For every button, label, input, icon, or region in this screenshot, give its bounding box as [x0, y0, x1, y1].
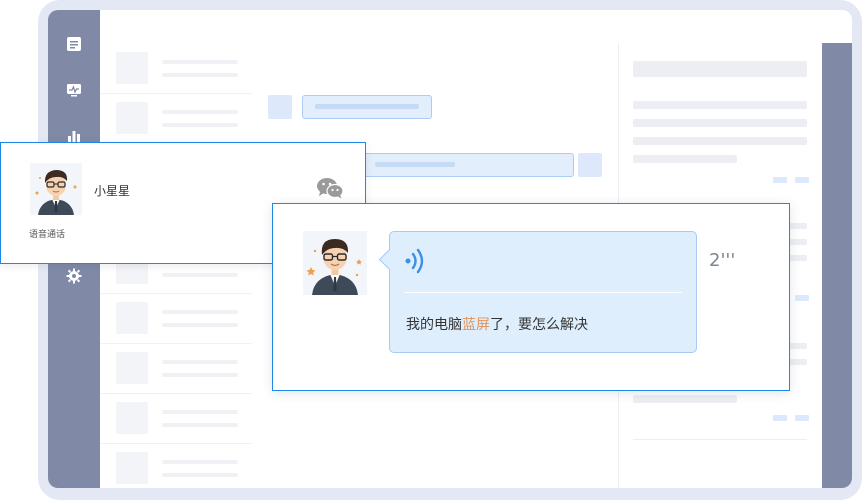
divider	[404, 292, 682, 293]
scrollbar[interactable]	[822, 43, 852, 488]
settings-icon[interactable]	[66, 268, 82, 284]
info-line	[633, 155, 737, 163]
info-tag	[773, 177, 787, 183]
info-line	[633, 395, 737, 403]
transcript-text: 我的电脑	[406, 317, 462, 333]
list-item[interactable]	[100, 443, 252, 488]
divider	[633, 439, 807, 440]
wechat-icon	[317, 178, 344, 199]
avatar	[30, 163, 82, 215]
list-item[interactable]	[100, 393, 252, 444]
info-line	[633, 101, 807, 109]
transcript-text: 了，要怎么解决	[490, 317, 588, 333]
info-title	[633, 61, 807, 77]
voice-message-card: 我的电脑蓝屏了，要怎么解决 2'''	[272, 203, 790, 391]
avatar	[268, 95, 292, 119]
list-item[interactable]	[100, 293, 252, 344]
info-line	[633, 137, 807, 145]
info-line	[789, 239, 807, 245]
contact-name: 小星星	[94, 184, 131, 198]
info-tag	[773, 415, 787, 421]
list-item[interactable]	[100, 43, 252, 94]
conversation-list	[100, 43, 253, 488]
avatar	[578, 153, 602, 177]
info-tag	[795, 415, 809, 421]
info-line	[789, 223, 807, 229]
info-tag	[795, 295, 809, 301]
message-list-icon[interactable]	[66, 36, 82, 52]
info-line	[633, 119, 807, 127]
list-item[interactable]	[100, 93, 252, 144]
voice-message-bubble[interactable]: 我的电脑蓝屏了，要怎么解决	[378, 231, 697, 353]
voice-wave-icon[interactable]	[404, 246, 430, 276]
voice-transcript: 我的电脑蓝屏了，要怎么解决	[406, 314, 588, 334]
info-tag	[795, 177, 809, 183]
top-bar	[100, 10, 852, 44]
info-line	[789, 359, 807, 365]
info-line	[789, 343, 807, 349]
avatar	[303, 231, 367, 295]
message-bubble	[362, 153, 574, 177]
list-item[interactable]	[100, 343, 252, 394]
call-type-label: 语音通话	[29, 230, 66, 240]
monitor-icon[interactable]	[66, 82, 82, 98]
voice-duration: 2'''	[709, 250, 736, 271]
info-line	[789, 255, 807, 261]
transcript-highlight: 蓝屏	[462, 317, 490, 333]
message-bubble	[302, 95, 432, 119]
